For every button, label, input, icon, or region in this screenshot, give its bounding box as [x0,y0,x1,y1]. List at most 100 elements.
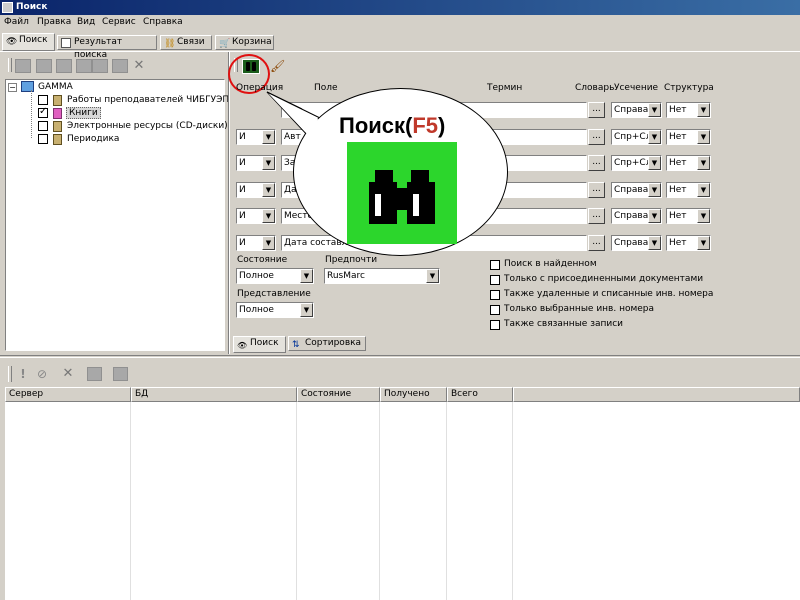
truncation-select[interactable]: Справа ▼ [611,182,662,198]
dictionary-button[interactable]: ... [588,182,605,198]
operation-select[interactable]: И ▼ [236,182,276,198]
delete-icon[interactable]: ✕ [60,366,76,382]
operation-select[interactable]: И ▼ [236,235,276,251]
menu-edit[interactable]: Правка [37,17,71,27]
operation-select[interactable]: И ▼ [236,155,276,171]
column-state[interactable]: Состояние [297,387,380,402]
menu-view[interactable]: Вид [77,17,95,27]
export-icon[interactable] [113,367,128,381]
option-checkbox[interactable] [490,260,500,270]
chevron-down-icon[interactable]: ▼ [300,269,313,283]
option-checkbox[interactable] [490,305,500,315]
dictionary-button[interactable]: ... [588,102,605,118]
option-checkbox[interactable] [490,290,500,300]
menu-file[interactable]: Файл [4,17,29,27]
dictionary-button[interactable]: ... [588,235,605,251]
menu-help[interactable]: Справка [143,17,183,27]
tab-search[interactable]: 👁 Поиск [2,33,55,51]
chevron-down-icon[interactable]: ▼ [648,103,661,117]
option-deleted-inv[interactable]: Также удаленные и списанные инв. номера [490,289,713,300]
structure-select[interactable]: Нет ▼ [666,102,711,118]
dictionary-button[interactable]: ... [588,208,605,224]
tree-item[interactable]: Работы преподавателей ЧИБГУЭП [38,94,229,107]
tree-item-checkbox[interactable] [38,121,48,131]
state-select[interactable]: Полное ▼ [236,268,314,284]
chevron-down-icon[interactable]: ▼ [648,183,661,197]
structure-select[interactable]: Нет ▼ [666,182,711,198]
tree-item-checkbox[interactable] [38,95,48,105]
structure-select[interactable]: Нет ▼ [666,208,711,224]
tree-item[interactable]: Электронные ресурсы (CD-диски) [38,120,228,133]
binoculars-icon [347,142,457,244]
chevron-down-icon[interactable]: ▼ [426,269,439,283]
truncation-select[interactable]: Справа ▼ [611,208,662,224]
tab-basket[interactable]: 🛒 Корзина [215,35,274,50]
chevron-down-icon[interactable]: ▼ [262,209,275,223]
chevron-down-icon[interactable]: ▼ [697,183,710,197]
book-icon[interactable] [56,59,72,73]
tree-item-checkbox[interactable] [38,106,48,118]
tree-item-checkbox[interactable] [38,134,48,144]
subtab-sort[interactable]: ⇅ Сортировка [288,336,366,351]
chevron-down-icon[interactable]: ▼ [697,209,710,223]
subtab-search[interactable]: 👁 Поиск [233,336,286,353]
dictionary-button[interactable]: ... [588,129,605,145]
chevron-down-icon[interactable]: ▼ [300,303,313,317]
chevron-down-icon[interactable]: ▼ [648,236,661,250]
chevron-down-icon[interactable]: ▼ [697,156,710,170]
chevron-down-icon[interactable]: ▼ [697,130,710,144]
structure-select[interactable]: Нет ▼ [666,235,711,251]
tree-item[interactable]: Книги [38,106,223,120]
tree-item[interactable]: Периодика [38,133,223,146]
refresh-icon[interactable] [112,59,128,73]
collapse-icon[interactable]: − [8,83,17,92]
option-linked-records[interactable]: Также связанные записи [490,319,623,330]
option-search-in-found[interactable]: Поиск в найденном [490,259,597,270]
vertical-splitter[interactable] [228,52,230,354]
operation-value: И [239,158,246,168]
horizontal-splitter[interactable] [0,355,800,358]
tree-item-label: Работы преподавателей ЧИБГУЭП [67,95,230,105]
menu-service[interactable]: Сервис [102,17,136,27]
chevron-down-icon[interactable]: ▼ [262,156,275,170]
chevron-down-icon[interactable]: ▼ [697,103,710,117]
truncation-select[interactable]: Спр+Сл ▼ [611,129,662,145]
structure-select[interactable]: Нет ▼ [666,155,711,171]
db-icon[interactable] [36,59,52,73]
option-checkbox[interactable] [490,320,500,330]
tab-results[interactable]: Результат поиска [57,35,157,60]
subtab-search-label: Поиск [250,338,279,348]
stop-icon[interactable]: ⊘ [34,366,50,382]
chevron-down-icon[interactable]: ▼ [648,209,661,223]
clear-brush-button[interactable]: 🖌 [270,59,286,73]
results-grid[interactable] [5,402,800,600]
tab-links[interactable]: ⛓ Связи [160,35,212,50]
truncation-select[interactable]: Справа ▼ [611,235,662,251]
truncation-select[interactable]: Справа ▼ [611,102,662,118]
delete-icon[interactable]: ✕ [131,59,147,73]
preferred-format-select[interactable]: RusMarc ▼ [324,268,440,284]
column-received[interactable]: Получено [380,387,447,402]
option-selected-inv[interactable]: Только выбранные инв. номера [490,304,654,315]
book2-icon[interactable] [76,59,92,73]
truncation-select[interactable]: Спр+Сл ▼ [611,155,662,171]
option-checkbox[interactable] [490,275,500,285]
option-with-attached-docs[interactable]: Только с присоединенными документами [490,274,703,285]
open-icon[interactable] [15,59,31,73]
structure-select[interactable]: Нет ▼ [666,129,711,145]
properties-icon[interactable] [92,59,108,73]
chevron-down-icon[interactable]: ▼ [262,183,275,197]
chevron-down-icon[interactable]: ▼ [262,236,275,250]
column-db[interactable]: БД [131,387,297,402]
chevron-down-icon[interactable]: ▼ [697,236,710,250]
chevron-down-icon[interactable]: ▼ [648,156,661,170]
representation-select[interactable]: Полное ▼ [236,302,314,318]
tree-item-label: Электронные ресурсы (CD-диски) [67,121,228,131]
column-total[interactable]: Всего [447,387,513,402]
column-server[interactable]: Сервер [5,387,131,402]
exclamation-icon[interactable]: ! [16,366,30,382]
operation-select[interactable]: И ▼ [236,208,276,224]
chevron-down-icon[interactable]: ▼ [648,130,661,144]
properties-icon[interactable] [87,367,102,381]
dictionary-button[interactable]: ... [588,155,605,171]
